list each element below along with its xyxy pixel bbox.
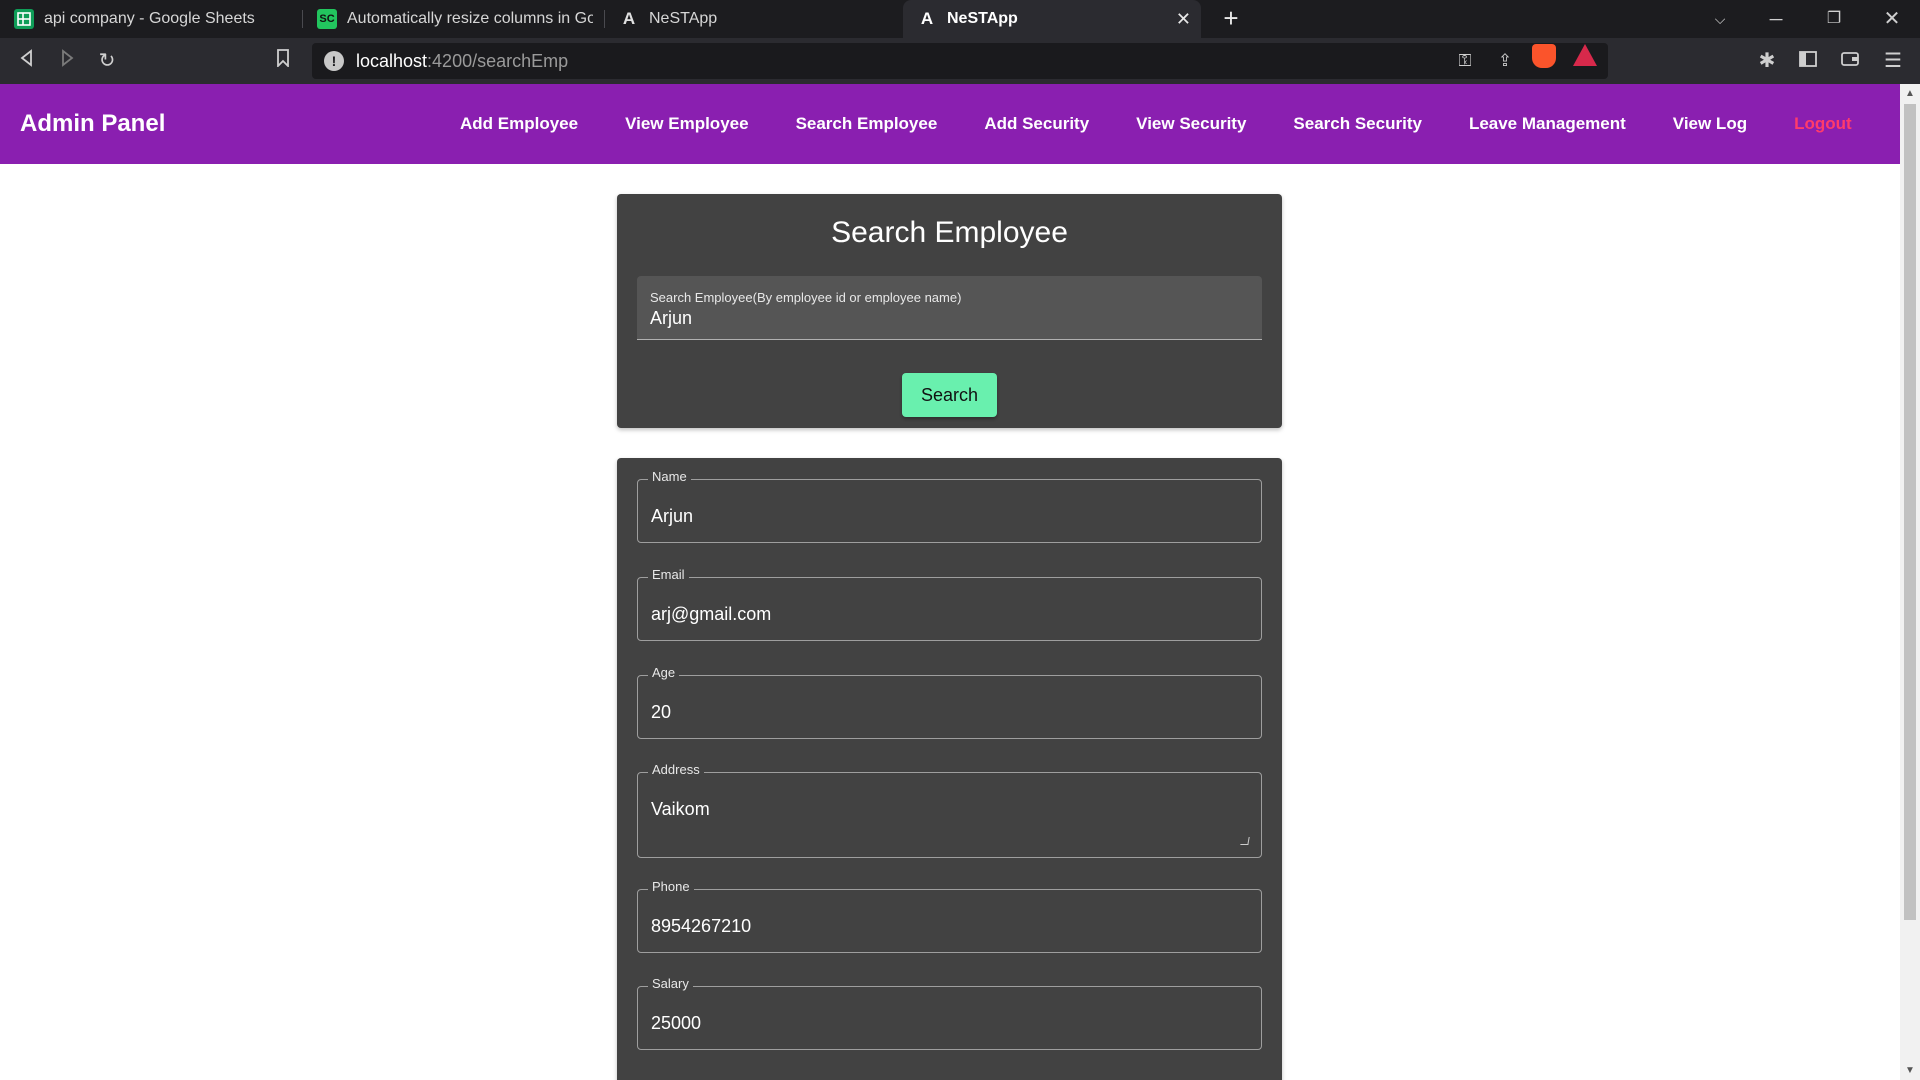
salary-field-label: Salary: [648, 976, 693, 991]
salary-field[interactable]: Salary 25000: [637, 976, 1262, 1050]
menu-icon[interactable]: ☰: [1878, 46, 1908, 76]
tab-resize-columns[interactable]: SC Automatically resize columns in Googl: [303, 0, 603, 38]
nav-add-security[interactable]: Add Security: [984, 114, 1089, 134]
key-icon[interactable]: ⚿: [1452, 49, 1478, 73]
resize-handle-icon[interactable]: [1240, 837, 1250, 845]
angular-icon: A: [920, 9, 934, 28]
search-input-value[interactable]: Arjun: [650, 308, 692, 329]
tab-title: Automatically resize columns in Googl: [347, 10, 593, 27]
tab-search-chevron-icon[interactable]: ⌵: [1692, 0, 1748, 38]
age-field[interactable]: Age 20: [637, 665, 1262, 739]
name-field-label: Name: [648, 469, 691, 484]
vertical-scrollbar[interactable]: ▲ ▼: [1900, 84, 1920, 1080]
browser-tab-strip: api company - Google Sheets SC Automatic…: [0, 0, 1920, 38]
nav-links: Add Employee View Employee Search Employ…: [460, 84, 1899, 164]
restore-icon[interactable]: ❐: [1806, 0, 1862, 38]
google-sheets-icon: [14, 9, 34, 29]
scroll-up-arrow-icon[interactable]: ▲: [1904, 88, 1916, 99]
forward-icon[interactable]: [52, 46, 82, 76]
brave-rewards-icon[interactable]: [1573, 44, 1597, 66]
nav-view-employee[interactable]: View Employee: [625, 114, 748, 134]
phone-field-label: Phone: [648, 879, 694, 894]
phone-field[interactable]: Phone 8954267210: [637, 879, 1262, 953]
url-host: localhost: [356, 50, 428, 71]
nav-logout[interactable]: Logout: [1794, 114, 1852, 134]
site-info-icon[interactable]: !: [324, 51, 344, 71]
brave-shields-icon[interactable]: [1532, 44, 1556, 68]
bookmark-icon[interactable]: [268, 46, 298, 76]
address-field-value[interactable]: Vaikom: [651, 799, 710, 820]
tab-google-sheets[interactable]: api company - Google Sheets: [0, 0, 300, 38]
minimize-icon[interactable]: ─: [1748, 0, 1804, 38]
wallet-icon[interactable]: [1835, 46, 1865, 76]
page-content: Admin Panel Add Employee View Employee S…: [0, 84, 1900, 1080]
new-tab-icon[interactable]: +: [1216, 4, 1246, 34]
search-card: Search Employee Search Employee(By emplo…: [617, 194, 1282, 428]
salary-field-value[interactable]: 25000: [651, 1013, 701, 1034]
name-field-value[interactable]: Arjun: [651, 506, 693, 527]
angular-icon: A: [622, 9, 636, 28]
search-input-label: Search Employee(By employee id or employ…: [650, 290, 962, 305]
scroll-down-arrow-icon[interactable]: ▼: [1904, 1065, 1916, 1076]
close-window-icon[interactable]: ✕: [1864, 0, 1920, 38]
extensions-icon[interactable]: ✱: [1752, 46, 1782, 76]
site-icon: SC: [317, 9, 337, 29]
tab-title: NeSTApp: [947, 10, 1018, 27]
name-field[interactable]: Name Arjun: [637, 469, 1262, 543]
phone-field-value[interactable]: 8954267210: [651, 916, 751, 937]
share-icon[interactable]: ⇪: [1492, 49, 1518, 73]
nav-leave-management[interactable]: Leave Management: [1469, 114, 1626, 134]
search-button[interactable]: Search: [902, 373, 997, 417]
address-field[interactable]: Address Vaikom: [637, 762, 1262, 858]
reload-icon[interactable]: ↻: [92, 46, 122, 76]
brand-title: Admin Panel: [20, 110, 166, 137]
tab-title: api company - Google Sheets: [44, 10, 255, 27]
address-field-label: Address: [648, 762, 704, 777]
url-text: localhost:4200/searchEmp: [356, 51, 568, 72]
tab-nestapp-active[interactable]: A NeSTApp ✕: [903, 0, 1201, 38]
nav-view-log[interactable]: View Log: [1673, 114, 1747, 134]
employee-details-card: Name Arjun Email arj@gmail.com Age 20 Ad…: [617, 458, 1282, 1080]
email-field-value[interactable]: arj@gmail.com: [651, 604, 771, 625]
nav-add-employee[interactable]: Add Employee: [460, 114, 578, 134]
admin-navbar: Admin Panel Add Employee View Employee S…: [0, 84, 1900, 164]
age-field-label: Age: [648, 665, 680, 680]
nav-search-security[interactable]: Search Security: [1293, 114, 1422, 134]
back-icon[interactable]: [12, 46, 42, 76]
sidebar-icon[interactable]: [1793, 46, 1823, 76]
scrollbar-thumb[interactable]: [1904, 104, 1916, 920]
nav-search-employee[interactable]: Search Employee: [796, 114, 938, 134]
tab-title: NeSTApp: [649, 10, 718, 27]
browser-toolbar: ↻ ! localhost:4200/searchEmp ⚿ ⇪ ✱ ☰: [0, 38, 1920, 84]
age-field-value[interactable]: 20: [651, 702, 671, 723]
email-field[interactable]: Email arj@gmail.com: [637, 567, 1262, 641]
search-input[interactable]: Search Employee(By employee id or employ…: [637, 276, 1262, 340]
email-field-label: Email: [648, 567, 689, 582]
search-card-title: Search Employee: [831, 216, 1068, 249]
tab-nestapp[interactable]: A NeSTApp: [605, 0, 900, 38]
address-bar[interactable]: ! localhost:4200/searchEmp ⚿ ⇪: [312, 43, 1608, 79]
nav-view-security[interactable]: View Security: [1136, 114, 1246, 134]
close-tab-icon[interactable]: ✕: [1176, 9, 1191, 30]
url-path: :4200/searchEmp: [427, 50, 569, 71]
